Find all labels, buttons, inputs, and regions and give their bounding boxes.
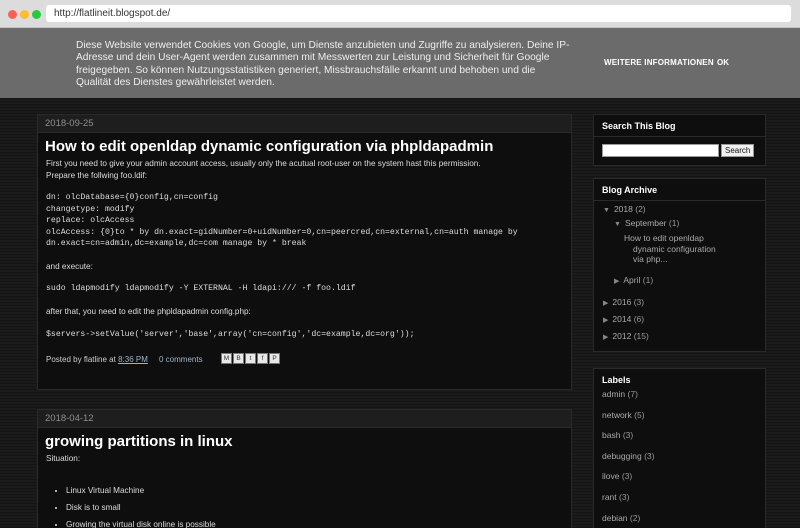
search-input[interactable] (602, 144, 719, 157)
post-footer: Posted by flatline at 8:36 PM 0 comments… (46, 353, 563, 368)
triangle-right-icon[interactable]: ▶ (603, 317, 608, 324)
close-window-button[interactable] (8, 10, 17, 19)
post-paragraph: First you need to give your admin accoun… (46, 159, 481, 168)
widget-title: Search This Blog (594, 115, 765, 137)
share-buttons: M B t f P (221, 353, 281, 365)
maximize-window-button[interactable] (32, 10, 41, 19)
cookie-ok-button[interactable]: OK (717, 58, 729, 67)
post-date: 2018-09-25 (38, 115, 571, 133)
code-block: dn: olcDatabase={0}config,cn=config chan… (46, 193, 518, 249)
post-paragraph: Situation: (46, 454, 81, 463)
post-body: Situation: Linux Virtual Machine Disk is… (38, 453, 571, 528)
more-information-link[interactable]: WEITERE INFORMATIONEN (604, 58, 714, 67)
post-body: First you need to give your admin accoun… (38, 158, 571, 368)
archive-month-september[interactable]: ▼ September (1) (614, 218, 679, 228)
label-item[interactable]: ilove (3) (594, 471, 765, 492)
label-item[interactable]: debian (2) (594, 513, 765, 528)
email-share-icon[interactable]: M (221, 353, 232, 365)
post-paragraph: and execute: (46, 261, 93, 271)
labels-widget: Labels admin (7) network (5) bash (3) de… (593, 368, 766, 528)
post-paragraph: Prepare the follwing foo.ldif: (46, 170, 148, 180)
archive-month-april[interactable]: ▶ April (1) (614, 275, 653, 285)
facebook-share-icon[interactable]: f (257, 353, 268, 365)
blogthis-share-icon[interactable]: B (233, 353, 244, 365)
post-date: 2018-04-12 (38, 410, 571, 428)
blog-post: 2018-09-25 How to edit openldap dynamic … (37, 114, 572, 390)
triangle-right-icon[interactable]: ▶ (614, 278, 619, 285)
post-paragraph: after that, you need to edit the phpldap… (46, 307, 251, 317)
triangle-down-icon[interactable]: ▼ (603, 207, 610, 214)
archive-year-2018[interactable]: ▼ 2018 (2) (603, 204, 646, 214)
posted-by-label: Posted by (46, 355, 82, 365)
minimize-window-button[interactable] (20, 10, 29, 19)
label-item[interactable]: network (5) (594, 410, 765, 431)
bullet-list: Linux Virtual Machine Disk is to small G… (46, 485, 563, 528)
post-title[interactable]: growing partitions in linux (38, 428, 571, 453)
post-time-link[interactable]: 8:36 PM (118, 355, 148, 364)
pinterest-share-icon[interactable]: P (269, 353, 280, 365)
archive-year-2014[interactable]: ▶ 2014 (6) (603, 314, 644, 324)
cookie-notice-text: Diese Website verwendet Cookies von Goog… (76, 40, 570, 88)
triangle-down-icon[interactable]: ▼ (614, 221, 621, 228)
blog-archive-widget: Blog Archive ▼ 2018 (2) ▼ September (1) Ho… (593, 178, 766, 352)
comments-link[interactable]: 0 comments (159, 355, 203, 364)
search-widget: Search This Blog Search (593, 114, 766, 166)
twitter-share-icon[interactable]: t (245, 353, 256, 365)
cookie-notice: Diese Website verwendet Cookies von Goog… (0, 28, 800, 98)
label-item[interactable]: admin (7) (594, 389, 765, 410)
label-item[interactable]: rant (3) (594, 492, 765, 513)
code-block: sudo ldapmodify ldapmodify -Y EXTERNAL -… (46, 284, 356, 294)
post-author: flatline (83, 355, 107, 365)
post-title[interactable]: How to edit openldap dynamic configurati… (38, 133, 571, 158)
browser-toolbar: http://flatlineit.blogspot.de/ (0, 0, 800, 28)
at-label: at (109, 355, 116, 365)
label-item[interactable]: debugging (3) (594, 451, 765, 472)
widget-title: Labels (602, 375, 631, 385)
widget-title: Blog Archive (594, 179, 765, 201)
archive-post-link[interactable]: How to edit openldap dynamic configurati… (624, 233, 716, 265)
code-block: $servers->setValue('server','base',array… (46, 329, 415, 339)
triangle-right-icon[interactable]: ▶ (603, 300, 608, 307)
label-item[interactable]: bash (3) (594, 430, 765, 451)
archive-year-2012[interactable]: ▶ 2012 (15) (603, 331, 649, 341)
address-bar[interactable]: http://flatlineit.blogspot.de/ (46, 5, 791, 22)
archive-year-2016[interactable]: ▶ 2016 (3) (603, 297, 644, 307)
list-item: Linux Virtual Machine (66, 485, 563, 502)
list-item: Disk is to small (66, 502, 563, 519)
blog-post: 2018-04-12 growing partitions in linux S… (37, 409, 572, 528)
list-item: Growing the virtual disk online is possi… (66, 519, 563, 528)
triangle-right-icon[interactable]: ▶ (603, 334, 608, 341)
search-button[interactable]: Search (721, 144, 755, 157)
